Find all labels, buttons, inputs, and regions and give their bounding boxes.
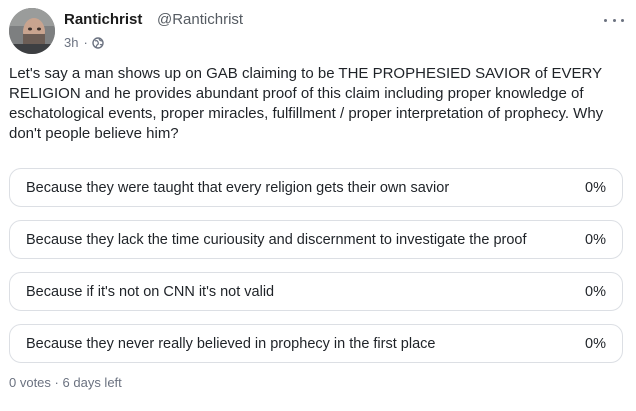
poll-option[interactable]: Because if it's not on CNN it's not vali… [9,272,623,311]
author-name[interactable]: Rantichrist [64,11,142,28]
poll-option-label: Because they never really believed in pr… [26,335,436,352]
globe-icon [92,36,104,49]
dot-1 [604,18,607,22]
poll-option[interactable]: Because they lack the time curiousity an… [9,220,623,259]
poll-option-label: Because they were taught that every reli… [26,179,450,196]
more-options-icon[interactable] [604,12,624,28]
post-card: Rantichrist @Rantichrist 3h · Let's say … [0,0,636,411]
poll-option[interactable]: Because they were taught that every reli… [9,168,623,207]
poll-time-left: 6 days left [62,375,122,390]
post-time[interactable]: 3h [64,35,78,50]
poll-option[interactable]: Because they never really believed in pr… [9,324,623,363]
poll-option-label: Because they lack the time curiousity an… [26,231,527,248]
poll-option-percent: 0% [585,335,606,352]
dot-2 [612,18,616,22]
footer-separator: · [54,375,59,390]
avatar-image [9,8,55,54]
post-text: Let's say a man shows up on GAB claiming… [9,65,604,142]
post-meta: 3h · [64,35,104,50]
avatar[interactable] [9,8,55,54]
poll-option-percent: 0% [585,231,606,248]
poll-footer: 0 votes · 6 days left [9,375,122,390]
poll-votes: 0 votes [9,375,51,390]
poll-option-percent: 0% [585,179,606,196]
dot-3 [621,18,624,22]
poll-option-label: Because if it's not on CNN it's not vali… [26,283,275,300]
poll-option-percent: 0% [585,283,606,300]
author-handle[interactable]: @Rantichrist [157,11,243,28]
meta-separator: · [83,35,88,50]
